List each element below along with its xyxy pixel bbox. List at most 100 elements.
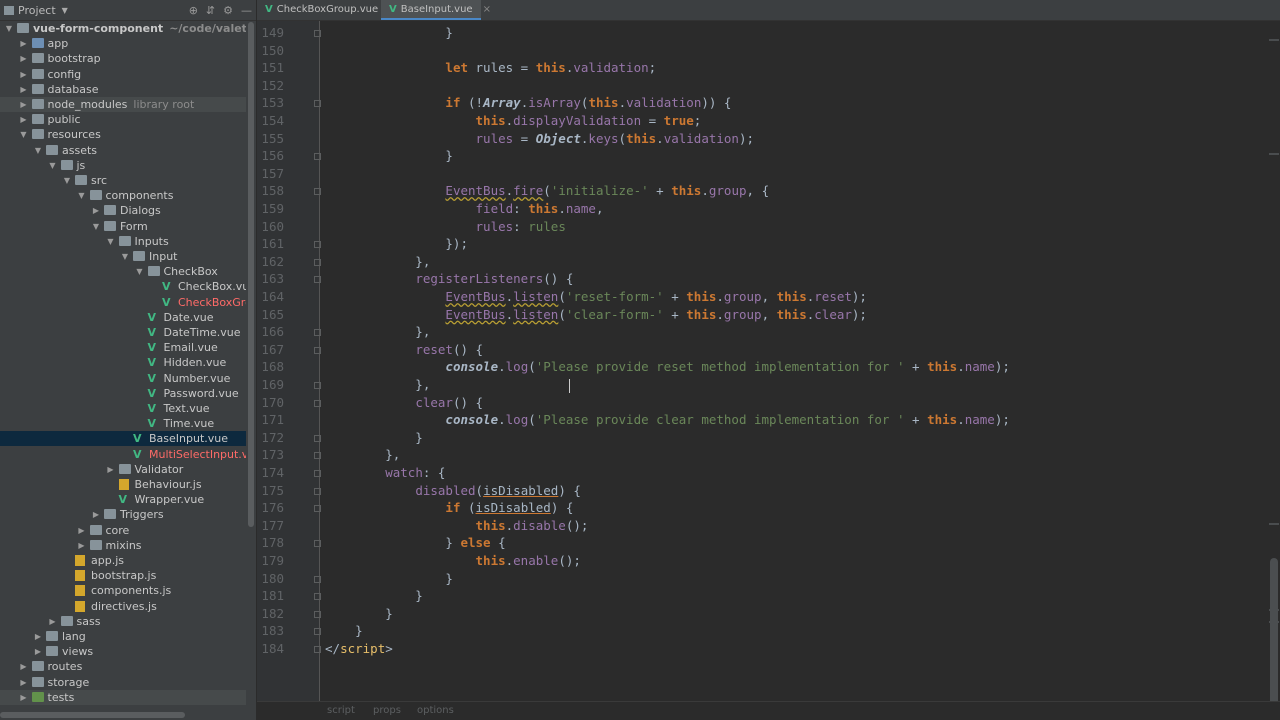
- code-line[interactable]: field: this.name,: [325, 201, 604, 216]
- code-line[interactable]: this.disable();: [325, 518, 589, 533]
- code-line[interactable]: reset() {: [325, 342, 483, 357]
- chevron-right-icon[interactable]: ▶: [48, 614, 58, 629]
- code-line[interactable]: },: [325, 377, 430, 392]
- chevron-down-icon[interactable]: ▼: [48, 158, 58, 173]
- chevron-right-icon[interactable]: ▶: [91, 203, 101, 218]
- fold-icon[interactable]: [314, 505, 321, 513]
- code-line[interactable]: },: [325, 254, 430, 269]
- tree-scrollbar[interactable]: [248, 22, 254, 527]
- gear-icon[interactable]: ⚙: [223, 4, 233, 17]
- breadcrumb-item[interactable]: script: [327, 705, 355, 716]
- fold-icon[interactable]: [314, 153, 321, 161]
- fold-icon[interactable]: [314, 30, 321, 37]
- tree-item[interactable]: ▼ Input: [0, 249, 246, 264]
- chevron-down-icon[interactable]: ▼: [62, 173, 72, 188]
- tree-item[interactable]: ▶ bootstrap: [0, 51, 246, 66]
- chevron-down-icon[interactable]: ▼: [33, 143, 43, 158]
- tree-item[interactable]: V Password.vue: [0, 386, 246, 401]
- code-line[interactable]: EventBus.fire('initialize-' + this.group…: [325, 183, 769, 198]
- tree-item[interactable]: V Date.vue: [0, 310, 246, 325]
- chevron-right-icon[interactable]: ▶: [19, 36, 29, 51]
- tree-item[interactable]: V Hidden.vue: [0, 355, 246, 370]
- collapse-icon[interactable]: ⇵: [206, 4, 215, 17]
- code-line[interactable]: if (isDisabled) {: [325, 500, 573, 515]
- tree-item[interactable]: V CheckBox.vue: [0, 279, 246, 294]
- code-line[interactable]: }: [325, 25, 453, 40]
- code-line[interactable]: console.log('Please provide reset method…: [325, 359, 1009, 374]
- tree-item[interactable]: ▼ js: [0, 158, 246, 173]
- fold-icon[interactable]: [314, 258, 321, 266]
- code-line[interactable]: this.enable();: [325, 553, 581, 568]
- tree-item[interactable]: ▶ sass: [0, 614, 246, 629]
- tree-item[interactable]: ▶ public: [0, 112, 246, 127]
- fold-icon[interactable]: [314, 276, 321, 284]
- chevron-down-icon[interactable]: ▼: [19, 127, 29, 142]
- tree-item[interactable]: ▼ Inputs: [0, 234, 246, 249]
- fold-icon[interactable]: [314, 241, 321, 249]
- tree-item[interactable]: ▶ database: [0, 82, 246, 97]
- code-line[interactable]: </script>: [325, 641, 393, 656]
- editor-tab[interactable]: V BaseInput.vue ×: [381, 0, 491, 20]
- chevron-down-icon[interactable]: ▼: [120, 249, 130, 264]
- tree-item[interactable]: ▶ node_modules library root: [0, 97, 246, 112]
- fold-icon[interactable]: [314, 610, 321, 618]
- fold-icon[interactable]: [314, 434, 321, 442]
- code-line[interactable]: registerListeners() {: [325, 271, 573, 286]
- tree-item[interactable]: V Text.vue: [0, 401, 246, 416]
- fold-icon[interactable]: [314, 593, 321, 601]
- tree-item[interactable]: ▶ routes: [0, 659, 246, 674]
- code-line[interactable]: disabled(isDisabled) {: [325, 483, 581, 498]
- fold-icon[interactable]: [314, 399, 321, 407]
- stripe-mark[interactable]: [1269, 39, 1279, 41]
- code-line[interactable]: this.displayValidation = true;: [325, 113, 702, 128]
- tree-item[interactable]: ▼ Form: [0, 219, 246, 234]
- stripe-mark[interactable]: [1269, 153, 1279, 155]
- tree-item[interactable]: ▶ lang: [0, 629, 246, 644]
- tree-item[interactable]: V MultiSelectInput.vue: [0, 447, 246, 462]
- code-line[interactable]: EventBus.listen('reset-form-' + this.gro…: [325, 289, 867, 304]
- chevron-right-icon[interactable]: ▶: [33, 629, 43, 644]
- tree-item[interactable]: ▶ config: [0, 67, 246, 82]
- chevron-right-icon[interactable]: ▶: [77, 523, 87, 538]
- chevron-right-icon[interactable]: ▶: [19, 675, 29, 690]
- tree-item[interactable]: V CheckBoxGro: [0, 295, 246, 310]
- code-line[interactable]: }: [325, 571, 453, 586]
- tree-item[interactable]: Behaviour.js: [0, 477, 246, 492]
- chevron-right-icon[interactable]: ▶: [106, 462, 116, 477]
- stripe-mark[interactable]: [1269, 523, 1279, 525]
- tree-item[interactable]: directives.js: [0, 599, 246, 614]
- fold-icon[interactable]: [314, 382, 321, 389]
- tree-item[interactable]: bootstrap.js: [0, 568, 246, 583]
- code-line[interactable]: }: [325, 430, 423, 445]
- chevron-right-icon[interactable]: ▶: [19, 82, 29, 97]
- tree-item[interactable]: ▼ src: [0, 173, 246, 188]
- project-panel-title[interactable]: Project: [18, 4, 56, 17]
- code-line[interactable]: rules = Object.keys(this.validation);: [325, 131, 755, 146]
- code-line[interactable]: }: [325, 148, 453, 163]
- fold-icon[interactable]: [314, 452, 321, 460]
- fold-icon[interactable]: [314, 575, 321, 583]
- tree-item[interactable]: ▶ app: [0, 36, 246, 51]
- chevron-down-icon[interactable]: ▼: [77, 188, 87, 203]
- code-line[interactable]: });: [325, 236, 468, 251]
- tree-item[interactable]: ▶ mixins: [0, 538, 246, 553]
- chevron-down-icon[interactable]: ▼: [106, 234, 116, 249]
- chevron-right-icon[interactable]: ▶: [33, 644, 43, 659]
- code-line[interactable]: if (!Array.isArray(this.validation)) {: [325, 95, 731, 110]
- fold-icon[interactable]: [314, 100, 321, 108]
- fold-icon[interactable]: [314, 646, 321, 653]
- tree-item[interactable]: components.js: [0, 583, 246, 598]
- code-line[interactable]: }: [325, 588, 423, 603]
- editor-scrollbar[interactable]: [1270, 558, 1278, 702]
- tree-item[interactable]: ▶ Triggers: [0, 507, 246, 522]
- tree-item[interactable]: ▶ views: [0, 644, 246, 659]
- tree-item[interactable]: V Time.vue: [0, 416, 246, 431]
- code-line[interactable]: } else {: [325, 535, 505, 550]
- chevron-right-icon[interactable]: ▶: [19, 659, 29, 674]
- code-editor[interactable]: 149 150 151 152 153 154 155 156 157 158 159 160 161 1…: [257, 21, 1280, 702]
- fold-icon[interactable]: [314, 487, 321, 495]
- code-line[interactable]: rules: rules: [325, 219, 566, 234]
- hide-icon[interactable]: —: [241, 4, 252, 17]
- code-line[interactable]: }: [325, 623, 363, 638]
- code-line[interactable]: clear() {: [325, 395, 483, 410]
